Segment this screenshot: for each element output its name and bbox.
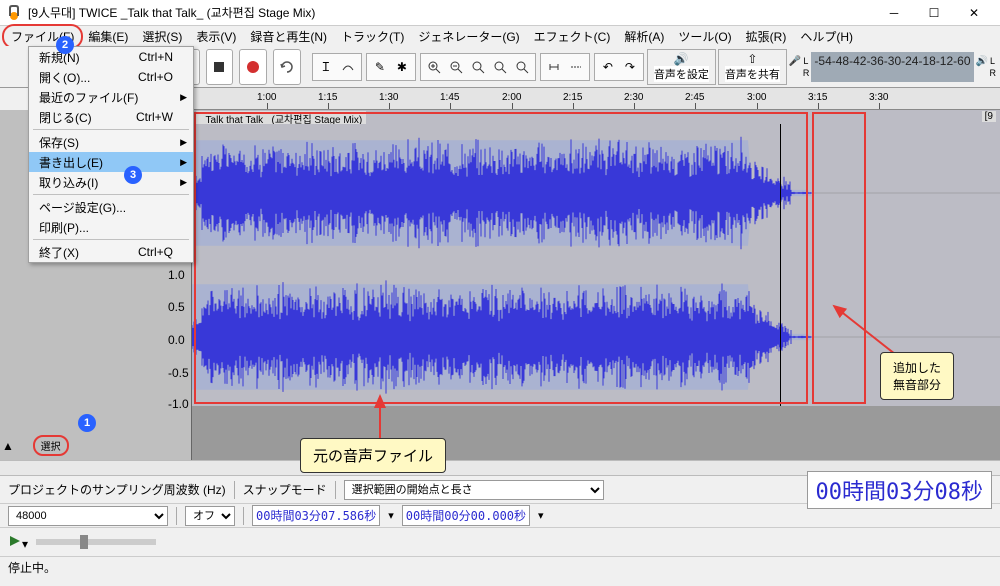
callout-original: 元の音声ファイル <box>300 438 446 473</box>
menu-tracks[interactable]: トラック(T) <box>334 26 411 47</box>
fit-selection-icon[interactable] <box>467 56 489 78</box>
audio-position-display[interactable]: 00時間03分08秒 <box>807 471 992 509</box>
collapse-track-button[interactable]: ▲ 選択 <box>2 435 69 456</box>
waveform-channel-left <box>192 124 1000 262</box>
file-menu-dropdown: 新規(N)Ctrl+N開く(O)...Ctrl+O最近のファイル(F)▶閉じる(… <box>28 46 194 263</box>
draw-tool-icon[interactable]: ✎ <box>369 56 391 78</box>
speaker-icon: 🔊 <box>674 52 689 66</box>
play-meter-r: R <box>990 68 997 78</box>
scale-label: 1.0 <box>168 268 185 282</box>
undo-icon[interactable]: ↶ <box>597 56 619 78</box>
zoom-in-icon[interactable] <box>423 56 445 78</box>
record-button[interactable] <box>239 49 267 85</box>
multi-tool-icon[interactable]: ✱ <box>391 56 413 78</box>
minimize-button[interactable]: ─ <box>874 0 914 26</box>
file-menu-item[interactable]: 最近のファイル(F)▶ <box>29 87 193 107</box>
envelope-tool-icon[interactable] <box>337 56 359 78</box>
annotation-badge-1: 1 <box>78 414 96 432</box>
file-menu-item[interactable]: 印刷(P)... <box>29 217 193 237</box>
track-label-suffix: [9 <box>982 111 996 122</box>
file-menu-item[interactable]: 閉じる(C)Ctrl+W <box>29 107 193 127</box>
rec-meter-l: L <box>803 56 808 66</box>
stop-button[interactable] <box>206 49 234 85</box>
menu-generate[interactable]: ジェネレーター(G) <box>411 26 526 47</box>
menu-effect[interactable]: エフェクト(C) <box>527 26 618 47</box>
menu-transport[interactable]: 録音と再生(N) <box>243 26 334 47</box>
snap-label: スナップモード <box>243 481 327 498</box>
select-track-button[interactable]: 選択 <box>33 435 69 456</box>
selection-tool-icon[interactable]: Ｉ <box>315 56 337 78</box>
app-icon <box>6 5 22 21</box>
timeline-ruler[interactable]: 1:001:151:301:452:002:152:302:453:003:15… <box>192 88 1000 110</box>
track-waveform[interactable]: _Talk that Talk_ (교차편집 Stage Mix) [9 <box>192 110 1000 406</box>
status-text: 停止中。 <box>8 561 56 575</box>
maximize-button[interactable]: ☐ <box>914 0 954 26</box>
trim-icon[interactable] <box>543 56 565 78</box>
waveform-channel-right <box>192 268 1000 406</box>
project-rate-select[interactable]: 48000 <box>8 506 168 526</box>
selection-range-mode[interactable]: 選択範囲の開始点と長さ <box>344 480 604 500</box>
menubar: ファイル(F) 編集(E) 選択(S) 表示(V) 録音と再生(N) トラック(… <box>0 26 1000 46</box>
scale-label: 0.0 <box>168 333 185 347</box>
play-meter-l: L <box>990 56 995 66</box>
silence-icon[interactable] <box>565 56 587 78</box>
selection-start-display[interactable]: 00時間03分07.586秒 <box>252 505 380 526</box>
mic-icon: 🎤 <box>789 56 801 67</box>
record-meter[interactable]: -54-48-42-36-30-24-18-12-60 <box>811 52 973 82</box>
menu-extra[interactable]: 拡張(R) <box>739 26 794 47</box>
loop-button[interactable] <box>273 49 301 85</box>
annotation-badge-2: 2 <box>56 36 74 54</box>
audio-setup-button[interactable]: 音声を設定 <box>654 66 709 82</box>
selection-toolbar: プロジェクトのサンプリング周波数 (Hz) スナップモード 選択範囲の開始点と長… <box>0 476 1000 504</box>
file-menu-item[interactable]: 新規(N)Ctrl+N <box>29 47 193 67</box>
speaker-small-icon: 🔊 <box>976 56 988 67</box>
window-title: [9人무대] TWICE _Talk that Talk_ (교차편집 Stag… <box>28 4 874 21</box>
titlebar: [9人무대] TWICE _Talk that Talk_ (교차편집 Stag… <box>0 0 1000 26</box>
rec-meter-r: R <box>803 68 810 78</box>
annotation-badge-3: 3 <box>124 166 142 184</box>
close-button[interactable]: ✕ <box>954 0 994 26</box>
play-at-speed-button[interactable]: ▾ <box>8 534 28 551</box>
file-menu-item[interactable]: 開く(O)...Ctrl+O <box>29 67 193 87</box>
snap-select[interactable]: オフ <box>185 506 235 526</box>
selection-length-display[interactable]: 00時間00分00.000秒 <box>402 505 530 526</box>
scale-label: -1.0 <box>168 397 189 411</box>
menu-view[interactable]: 表示(V) <box>189 26 243 47</box>
playback-speed-slider[interactable] <box>36 539 156 545</box>
file-menu-item[interactable]: 保存(S)▶ <box>29 132 193 152</box>
file-menu-item[interactable]: ページ設定(G)... <box>29 197 193 217</box>
fit-project-icon[interactable] <box>489 56 511 78</box>
file-menu-item[interactable]: 終了(X)Ctrl+Q <box>29 242 193 262</box>
share-icon: ⇧ <box>747 52 757 66</box>
play-speed-toolbar: ▾ <box>0 528 1000 556</box>
menu-help[interactable]: ヘルプ(H) <box>793 26 860 47</box>
scale-label: -0.5 <box>168 366 189 380</box>
scale-label: 0.5 <box>168 300 185 314</box>
menu-analyze[interactable]: 解析(A) <box>617 26 671 47</box>
redo-icon[interactable]: ↷ <box>619 56 641 78</box>
zoom-toggle-icon[interactable] <box>511 56 533 78</box>
menu-edit[interactable]: 編集(E) <box>81 26 135 47</box>
share-audio-button[interactable]: 音声を共有 <box>725 66 780 82</box>
callout-silence: 追加した 無音部分 <box>880 352 954 400</box>
zoom-out-icon[interactable] <box>445 56 467 78</box>
status-bar: 停止中。 <box>0 556 1000 576</box>
playhead-cursor <box>780 124 781 406</box>
file-menu-item[interactable]: 取り込み(I)▶ <box>29 172 193 192</box>
menu-tools[interactable]: ツール(O) <box>671 26 738 47</box>
menu-select[interactable]: 選択(S) <box>135 26 189 47</box>
file-menu-item[interactable]: 書き出し(E)▶ <box>29 152 193 172</box>
project-rate-label: プロジェクトのサンプリング周波数 (Hz) <box>8 481 226 498</box>
